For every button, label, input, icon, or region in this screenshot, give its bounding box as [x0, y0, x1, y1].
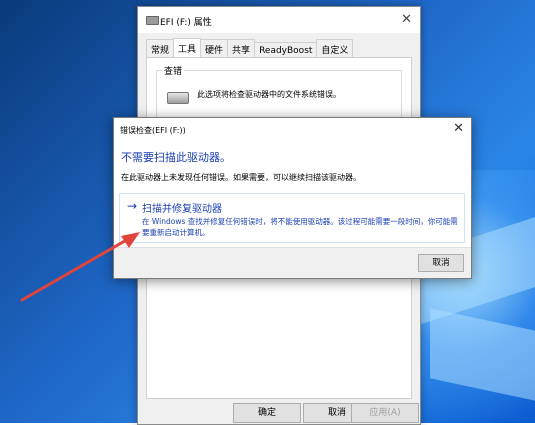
- annotation-arrow-icon: [20, 232, 140, 302]
